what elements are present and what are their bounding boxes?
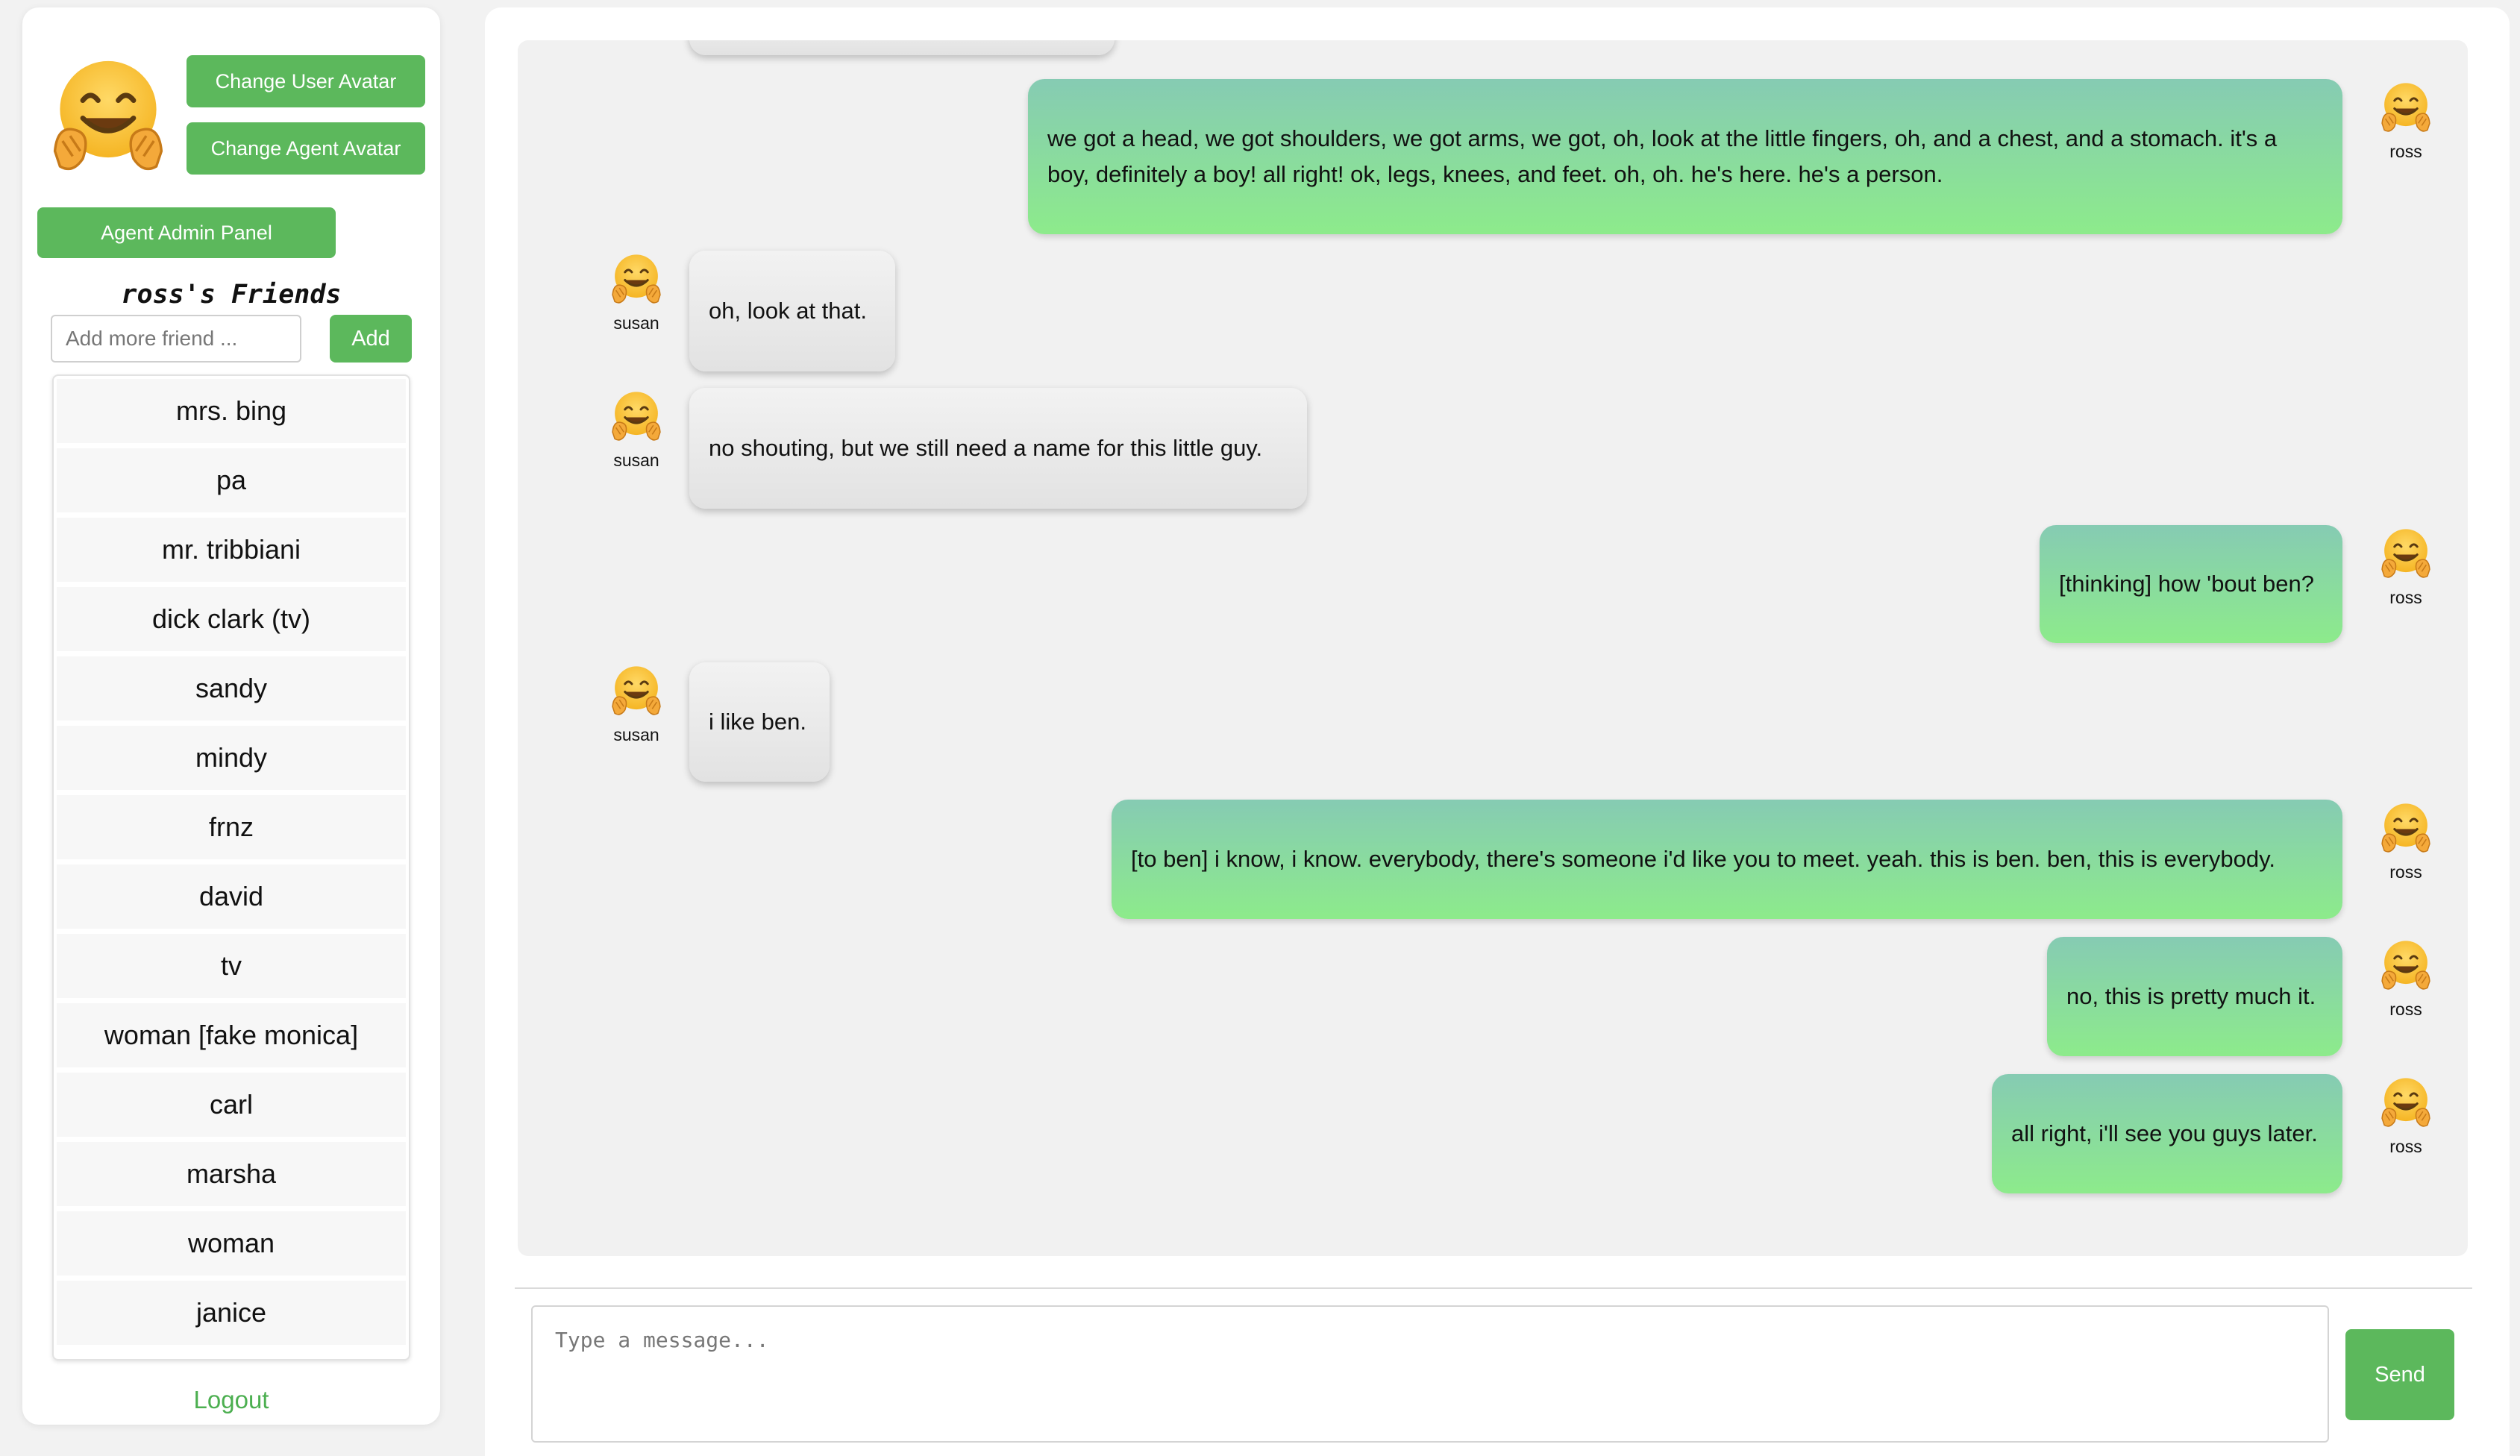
sender-name: ross [2389, 1137, 2422, 1156]
user-avatar-hugging-face-icon[interactable] [45, 52, 172, 179]
message-sender: susan [595, 251, 677, 333]
add-friend-input[interactable] [51, 315, 301, 363]
message-bubble-user: [thinking] how 'bout ben? [2040, 525, 2342, 643]
sidebar: Change User Avatar Change Agent Avatar A… [22, 7, 440, 1425]
send-button[interactable]: Send [2345, 1329, 2454, 1420]
friend-list-item[interactable]: mrs. bing [57, 379, 406, 443]
message-text: [thinking] how 'bout ben? [2059, 571, 2314, 597]
message-input[interactable] [531, 1305, 2329, 1443]
hugging-face-icon [2378, 79, 2434, 136]
message-sender: ross [2365, 525, 2447, 608]
friend-list-item[interactable]: woman [fake monica] [57, 1003, 406, 1067]
hugging-face-icon [2378, 1074, 2434, 1131]
message-text: oh, look at that. [709, 298, 867, 324]
message-text: no shouting, but we still need a name fo… [709, 435, 1263, 461]
hugging-face-icon [608, 251, 665, 307]
friend-list-item[interactable]: marsha [57, 1142, 406, 1206]
message-text: [to ben] i know, i know. everybody, ther… [1131, 846, 2275, 872]
chat-panel: we got a head, we got shoulders, we got … [485, 7, 2510, 1456]
friend-list-item[interactable]: david [57, 865, 406, 929]
message-sender: susan [595, 388, 677, 471]
change-user-avatar-button[interactable]: Change User Avatar [187, 55, 425, 107]
message-list[interactable]: we got a head, we got shoulders, we got … [518, 40, 2468, 1256]
message-bubble-user: [to ben] i know, i know. everybody, ther… [1112, 800, 2342, 919]
friend-list-item[interactable]: dick clark (tv) [57, 587, 406, 651]
message-text: no, this is pretty much it. [2066, 983, 2316, 1009]
sender-name: susan [613, 725, 659, 744]
hugging-face-icon [608, 388, 665, 445]
hugging-face-icon [2378, 525, 2434, 582]
sender-name: ross [2389, 1000, 2422, 1019]
sender-name: susan [613, 451, 659, 470]
sender-name: ross [2389, 588, 2422, 607]
message-bubble-user: we got a head, we got shoulders, we got … [1028, 79, 2342, 234]
message-bubble-partial [689, 40, 1115, 55]
message-bubble-agent: oh, look at that. [689, 251, 895, 371]
agent-admin-panel-button[interactable]: Agent Admin Panel [37, 207, 336, 258]
sender-name: ross [2389, 142, 2422, 161]
message-text: i like ben. [709, 709, 806, 735]
divider [515, 1287, 2472, 1289]
add-friend-button[interactable]: Add [330, 315, 412, 363]
friend-list-item[interactable]: mindy [57, 726, 406, 790]
message-sender: ross [2365, 1074, 2447, 1157]
message-text: all right, i'll see you guys later. [2011, 1120, 2318, 1146]
message-bubble-agent: i like ben. [689, 662, 830, 782]
friend-list-item[interactable]: tv [57, 934, 406, 998]
message-sender: ross [2365, 79, 2447, 162]
message-sender: susan [595, 662, 677, 745]
friend-list-item[interactable]: frnz [57, 795, 406, 859]
sender-name: susan [613, 313, 659, 333]
hugging-face-icon [2378, 800, 2434, 856]
message-bubble-user: all right, i'll see you guys later. [1992, 1074, 2342, 1193]
logout-link[interactable]: Logout [22, 1386, 440, 1414]
friends-title: ross's Friends [121, 280, 342, 310]
message-bubble-agent: no shouting, but we still need a name fo… [689, 388, 1307, 509]
message-sender: ross [2365, 800, 2447, 882]
hugging-face-icon [2378, 937, 2434, 994]
friend-list-item[interactable]: pa [57, 448, 406, 512]
message-text: we got a head, we got shoulders, we got … [1047, 125, 2278, 187]
sender-name: ross [2389, 862, 2422, 882]
friend-list-item[interactable]: sandy [57, 656, 406, 721]
change-agent-avatar-button[interactable]: Change Agent Avatar [187, 122, 425, 175]
message-bubble-user: no, this is pretty much it. [2047, 937, 2342, 1056]
friend-list[interactable]: mrs. bing pa mr. tribbiani dick clark (t… [52, 374, 410, 1361]
friend-list-item[interactable]: carl [57, 1073, 406, 1137]
friend-list-item[interactable]: janice [57, 1281, 406, 1345]
friend-list-item[interactable]: mr. tribbiani [57, 518, 406, 582]
hugging-face-icon [608, 662, 665, 719]
friend-list-item[interactable]: woman [57, 1211, 406, 1275]
message-sender: ross [2365, 937, 2447, 1020]
